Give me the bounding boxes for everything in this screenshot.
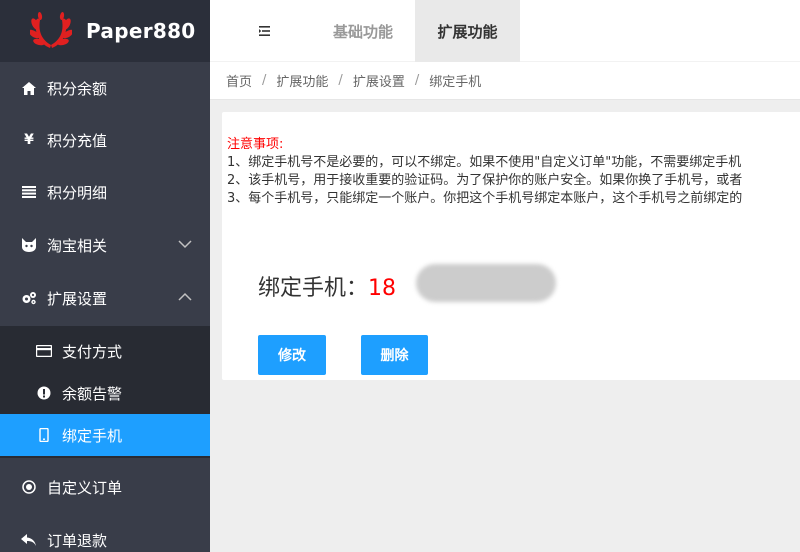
sidebar-item-label: 积分明细 <box>47 183 108 202</box>
sidebar-item-label: 自定义订单 <box>47 478 123 497</box>
breadcrumb-separator: / <box>262 73 267 88</box>
list-icon <box>21 184 37 200</box>
sidebar-subitem-bind-phone[interactable]: 绑定手机 <box>0 414 210 456</box>
notice-title: 注意事项: <box>227 137 284 152</box>
mobile-icon <box>36 427 52 443</box>
breadcrumb-current: 绑定手机 <box>429 75 482 90</box>
bound-phone-label: 绑定手机： <box>258 276 369 301</box>
notice-line: 2、该手机号，用于接收重要的验证码。为了保护你的账户安全。如果你换了手机号，或者 <box>227 173 743 188</box>
tab-extended-functions[interactable]: 扩展功能 <box>415 0 520 62</box>
sidebar-item-extension[interactable]: 扩展设置 <box>0 272 210 324</box>
bound-phone-number: 18 <box>368 276 397 301</box>
extension-submenu: 支付方式 余额告警 绑定手机 <box>0 326 210 458</box>
menu-toggle-icon[interactable] <box>254 22 274 40</box>
breadcrumb-home[interactable]: 首页 <box>226 71 252 90</box>
breadcrumb-settings[interactable]: 扩展设置 <box>353 71 405 90</box>
gears-icon <box>21 290 37 306</box>
breadcrumb-extension[interactable]: 扩展功能 <box>276 71 328 90</box>
yen-icon: ¥ <box>24 132 34 148</box>
tab-basic-functions[interactable]: 基础功能 <box>313 0 413 62</box>
alert-icon <box>36 385 52 401</box>
content-card: 注意事项: 1、绑定手机号不是必要的，可以不绑定。如果不使用"自定义订单"功能，… <box>222 112 800 380</box>
notice-line: 1、绑定手机号不是必要的，可以不绑定。如果不使用"自定义订单"功能，不需要绑定手… <box>227 155 742 170</box>
sidebar: Paper880 积分余额 ¥ 积分充值 积分明细 淘宝相关 扩展设置 支付方式… <box>0 0 210 552</box>
notice-line: 3、每个手机号，只能绑定一个账户。你把这个手机号绑定本账户，这个手机号之前绑定的 <box>227 191 743 206</box>
sidebar-item-label: 淘宝相关 <box>47 236 108 255</box>
bound-phone: 绑定手机：18 <box>258 270 396 302</box>
sidebar-item-taobao[interactable]: 淘宝相关 <box>0 219 210 271</box>
sidebar-item-label: 积分充值 <box>47 131 108 150</box>
target-icon <box>21 479 37 495</box>
sidebar-subitem-payment[interactable]: 支付方式 <box>0 330 210 372</box>
card-icon <box>36 343 52 359</box>
home-icon <box>21 80 37 96</box>
sidebar-item-custom-order[interactable]: 自定义订单 <box>0 461 210 513</box>
notice-block: 注意事项: 1、绑定手机号不是必要的，可以不绑定。如果不使用"自定义订单"功能，… <box>227 136 800 208</box>
sidebar-subitem-alert[interactable]: 余额告警 <box>0 372 210 414</box>
sidebar-item-details[interactable]: 积分明细 <box>0 166 210 218</box>
phone-redaction <box>416 264 556 302</box>
sidebar-item-refund[interactable]: 订单退款 <box>0 514 210 552</box>
sidebar-subitem-label: 绑定手机 <box>62 426 123 445</box>
breadcrumb: 首页 / 扩展功能 / 扩展设置 / 绑定手机 <box>210 62 800 100</box>
chevron-down-icon <box>178 240 192 249</box>
sidebar-item-recharge[interactable]: ¥ 积分充值 <box>0 114 210 166</box>
brand-name: Paper880 <box>86 19 196 43</box>
cat-icon <box>21 237 37 253</box>
sidebar-item-label: 订单退款 <box>47 531 108 550</box>
delete-button[interactable]: 删除 <box>361 335 428 375</box>
reply-icon <box>21 532 37 548</box>
edit-button[interactable]: 修改 <box>258 335 326 375</box>
sidebar-item-label: 扩展设置 <box>47 289 108 308</box>
breadcrumb-separator: / <box>338 73 343 88</box>
sidebar-item-label: 积分余额 <box>47 79 108 98</box>
sidebar-subitem-label: 余额告警 <box>62 384 123 403</box>
sidebar-subitem-label: 支付方式 <box>62 342 123 361</box>
breadcrumb-separator: / <box>414 73 420 88</box>
brand[interactable]: Paper880 <box>0 0 210 62</box>
laurel-logo-icon <box>30 12 72 48</box>
top-header: 基础功能 扩展功能 <box>210 0 800 62</box>
sidebar-item-balance[interactable]: 积分余额 <box>0 62 210 114</box>
chevron-up-icon <box>178 292 192 301</box>
